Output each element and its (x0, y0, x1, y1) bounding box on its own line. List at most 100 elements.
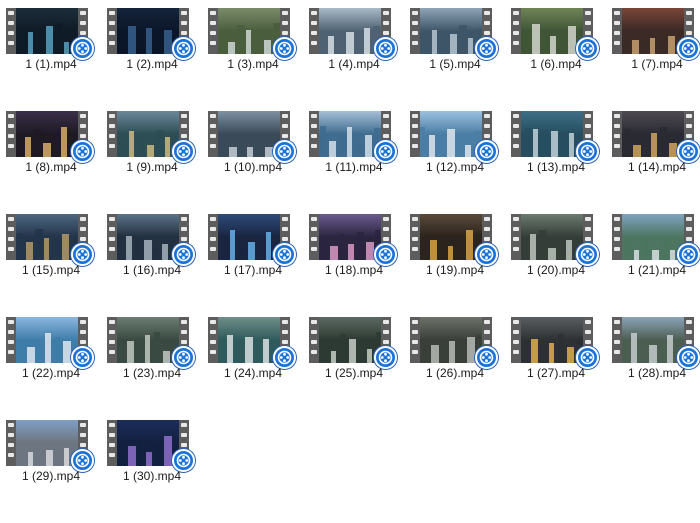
filmstrip-edge (6, 8, 16, 54)
video-frame (218, 317, 280, 363)
file-item[interactable]: 1 (23).mp4 (106, 317, 207, 420)
video-frame (16, 214, 78, 260)
video-thumbnail (612, 317, 700, 369)
video-thumbnail (612, 214, 700, 266)
file-item[interactable]: 1 (2).mp4 (106, 8, 207, 111)
file-item[interactable]: 1 (17).mp4 (207, 214, 308, 317)
file-item[interactable]: 1 (10).mp4 (207, 111, 308, 214)
filmstrip-edge (612, 111, 622, 157)
file-item[interactable]: 1 (26).mp4 (409, 317, 510, 420)
filmstrip-edge (410, 111, 420, 157)
filmstrip-edge (208, 317, 218, 363)
video-frame (319, 317, 381, 363)
file-item[interactable]: 1 (25).mp4 (308, 317, 409, 420)
filmstrip-edge (511, 111, 521, 157)
filmstrip-edge (107, 214, 117, 260)
file-name-label: 1 (13).mp4 (526, 160, 586, 174)
video-thumbnail (107, 8, 195, 60)
video-frame (622, 317, 684, 363)
video-frame (117, 8, 179, 54)
video-frame (521, 317, 583, 363)
video-thumbnail (410, 111, 498, 163)
file-grid: 1 (1).mp4 1 (2).mp4 1 (3).mp4 1 (4).mp4 1 (5… (5, 8, 700, 523)
file-name-label: 1 (11).mp4 (325, 160, 383, 174)
file-item[interactable]: 1 (3).mp4 (207, 8, 308, 111)
video-frame (16, 8, 78, 54)
file-item[interactable]: 1 (18).mp4 (308, 214, 409, 317)
video-thumbnail (208, 8, 296, 60)
file-name-label: 1 (30).mp4 (122, 469, 182, 483)
video-frame (521, 111, 583, 157)
filmstrip-edge (6, 420, 16, 466)
file-item[interactable]: 1 (27).mp4 (510, 317, 611, 420)
video-frame (218, 8, 280, 54)
video-frame (16, 420, 78, 466)
file-item[interactable]: 1 (30).mp4 (106, 420, 207, 523)
filmstrip-edge (309, 111, 319, 157)
file-name-label: 1 (29).mp4 (21, 469, 81, 483)
file-name-label: 1 (12).mp4 (425, 160, 485, 174)
video-frame (16, 317, 78, 363)
file-name-label: 1 (2).mp4 (126, 57, 178, 71)
file-item[interactable]: 1 (16).mp4 (106, 214, 207, 317)
video-thumbnail (6, 317, 94, 369)
video-frame (319, 8, 381, 54)
file-item[interactable]: 1 (13).mp4 (510, 111, 611, 214)
file-item[interactable]: 1 (9).mp4 (106, 111, 207, 214)
file-item[interactable]: 1 (22).mp4 (5, 317, 106, 420)
filmstrip-edge (107, 317, 117, 363)
file-item[interactable]: 1 (21).mp4 (611, 214, 700, 317)
file-name-label: 1 (23).mp4 (122, 366, 182, 380)
video-frame (117, 420, 179, 466)
file-name-label: 1 (22).mp4 (21, 366, 81, 380)
file-item[interactable]: 1 (28).mp4 (611, 317, 700, 420)
file-name-label: 1 (10).mp4 (223, 160, 283, 174)
file-item[interactable]: 1 (6).mp4 (510, 8, 611, 111)
filmstrip-edge (107, 111, 117, 157)
video-frame (117, 214, 179, 260)
video-frame (218, 214, 280, 260)
filmstrip-edge (410, 8, 420, 54)
file-item[interactable]: 1 (24).mp4 (207, 317, 308, 420)
filmstrip-edge (107, 420, 117, 466)
video-thumbnail (612, 111, 700, 163)
file-item[interactable]: 1 (7).mp4 (611, 8, 700, 111)
file-name-label: 1 (27).mp4 (526, 366, 586, 380)
file-name-label: 1 (6).mp4 (530, 57, 582, 71)
filmstrip-edge (410, 317, 420, 363)
file-item[interactable]: 1 (15).mp4 (5, 214, 106, 317)
video-thumbnail (612, 8, 700, 60)
file-item[interactable]: 1 (11).mp4 (308, 111, 409, 214)
video-frame (420, 8, 482, 54)
video-thumbnail (309, 214, 397, 266)
file-name-label: 1 (9).mp4 (126, 160, 178, 174)
video-thumbnail (511, 317, 599, 369)
video-thumbnail (208, 214, 296, 266)
file-name-label: 1 (18).mp4 (324, 263, 384, 277)
video-frame (218, 111, 280, 157)
file-name-label: 1 (7).mp4 (631, 57, 683, 71)
filmstrip-edge (6, 111, 16, 157)
video-thumbnail (511, 8, 599, 60)
filmstrip-edge (511, 214, 521, 260)
file-name-label: 1 (3).mp4 (227, 57, 279, 71)
video-frame (420, 214, 482, 260)
file-item[interactable]: 1 (19).mp4 (409, 214, 510, 317)
video-thumbnail (6, 111, 94, 163)
file-name-label: 1 (14).mp4 (627, 160, 687, 174)
video-thumbnail (309, 8, 397, 60)
file-item[interactable]: 1 (1).mp4 (5, 8, 106, 111)
file-name-label: 1 (20).mp4 (526, 263, 586, 277)
video-thumbnail (208, 111, 296, 163)
file-item[interactable]: 1 (14).mp4 (611, 111, 700, 214)
file-item[interactable]: 1 (5).mp4 (409, 8, 510, 111)
file-name-label: 1 (26).mp4 (425, 366, 485, 380)
video-frame (521, 8, 583, 54)
file-item[interactable]: 1 (12).mp4 (409, 111, 510, 214)
file-item[interactable]: 1 (29).mp4 (5, 420, 106, 523)
video-frame (521, 214, 583, 260)
file-item[interactable]: 1 (20).mp4 (510, 214, 611, 317)
video-thumbnail (6, 214, 94, 266)
file-item[interactable]: 1 (8).mp4 (5, 111, 106, 214)
file-item[interactable]: 1 (4).mp4 (308, 8, 409, 111)
